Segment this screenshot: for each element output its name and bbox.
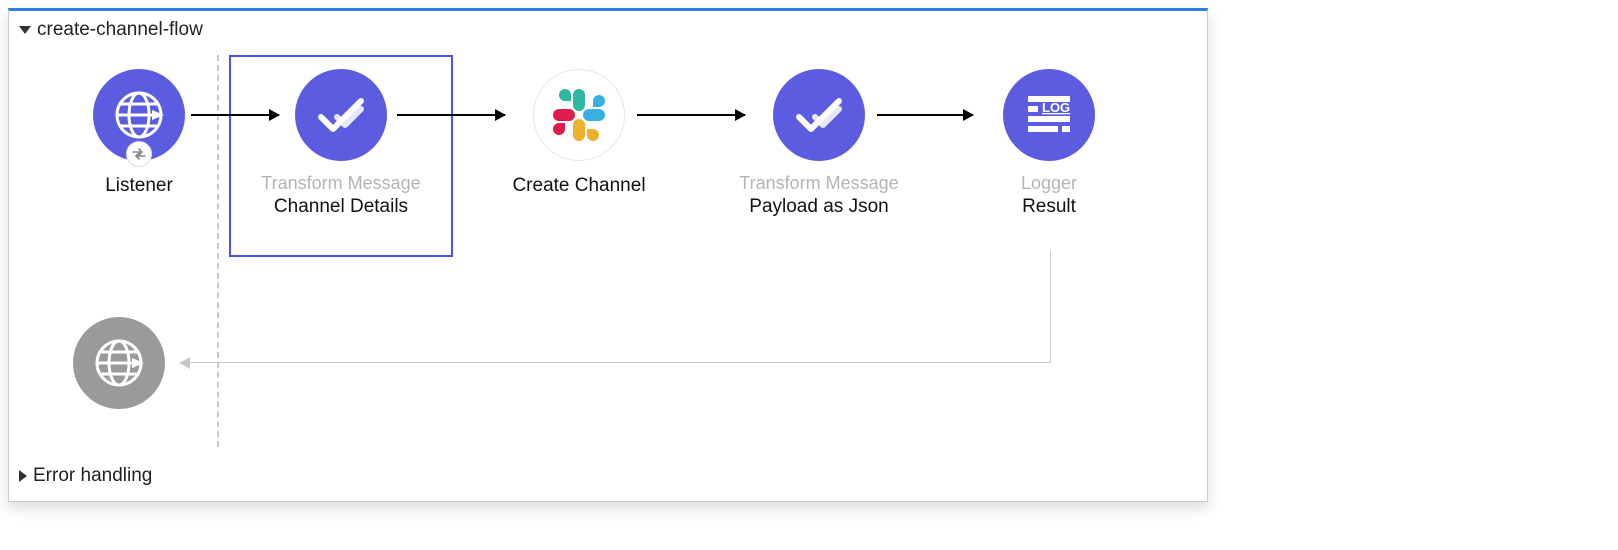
flow-title: create-channel-flow — [37, 19, 203, 41]
node-label: Channel Details — [241, 196, 441, 218]
flow-panel: create-channel-flow — [8, 8, 1208, 502]
node-type-label: Transform Message — [719, 173, 919, 194]
flow-canvas[interactable]: Listener Transform Message Channel Detai… — [19, 51, 1197, 451]
globe-arrow-icon — [93, 69, 185, 161]
flow-header[interactable]: create-channel-flow — [9, 11, 1207, 45]
node-label: Create Channel — [479, 175, 679, 197]
error-handling-header[interactable]: Error handling — [9, 457, 1207, 491]
node-label: Listener — [39, 175, 239, 197]
chevron-right-icon — [19, 470, 27, 482]
exchange-badge-icon — [126, 141, 152, 167]
node-channel-details[interactable]: Transform Message Channel Details — [241, 69, 441, 218]
node-payload-json[interactable]: Transform Message Payload as Json — [719, 69, 919, 218]
node-label: Result — [949, 196, 1149, 218]
globe-arrow-icon — [73, 317, 165, 409]
node-logger[interactable]: LOG Logger Result — [949, 69, 1149, 218]
node-listener[interactable]: Listener — [39, 69, 239, 197]
slack-icon — [533, 69, 625, 161]
node-type-label: Transform Message — [241, 173, 441, 194]
log-icon: LOG — [1003, 69, 1095, 161]
error-handling-title: Error handling — [33, 465, 152, 487]
node-type-label: Logger — [949, 173, 1149, 194]
chevron-down-icon — [19, 26, 31, 34]
response-loop-line — [189, 251, 1051, 363]
node-label: Payload as Json — [719, 196, 919, 218]
transform-icon — [773, 69, 865, 161]
node-create-channel[interactable]: Create Channel — [479, 69, 679, 197]
svg-text:LOG: LOG — [1042, 100, 1070, 115]
transform-icon — [295, 69, 387, 161]
node-response[interactable] — [39, 317, 199, 409]
